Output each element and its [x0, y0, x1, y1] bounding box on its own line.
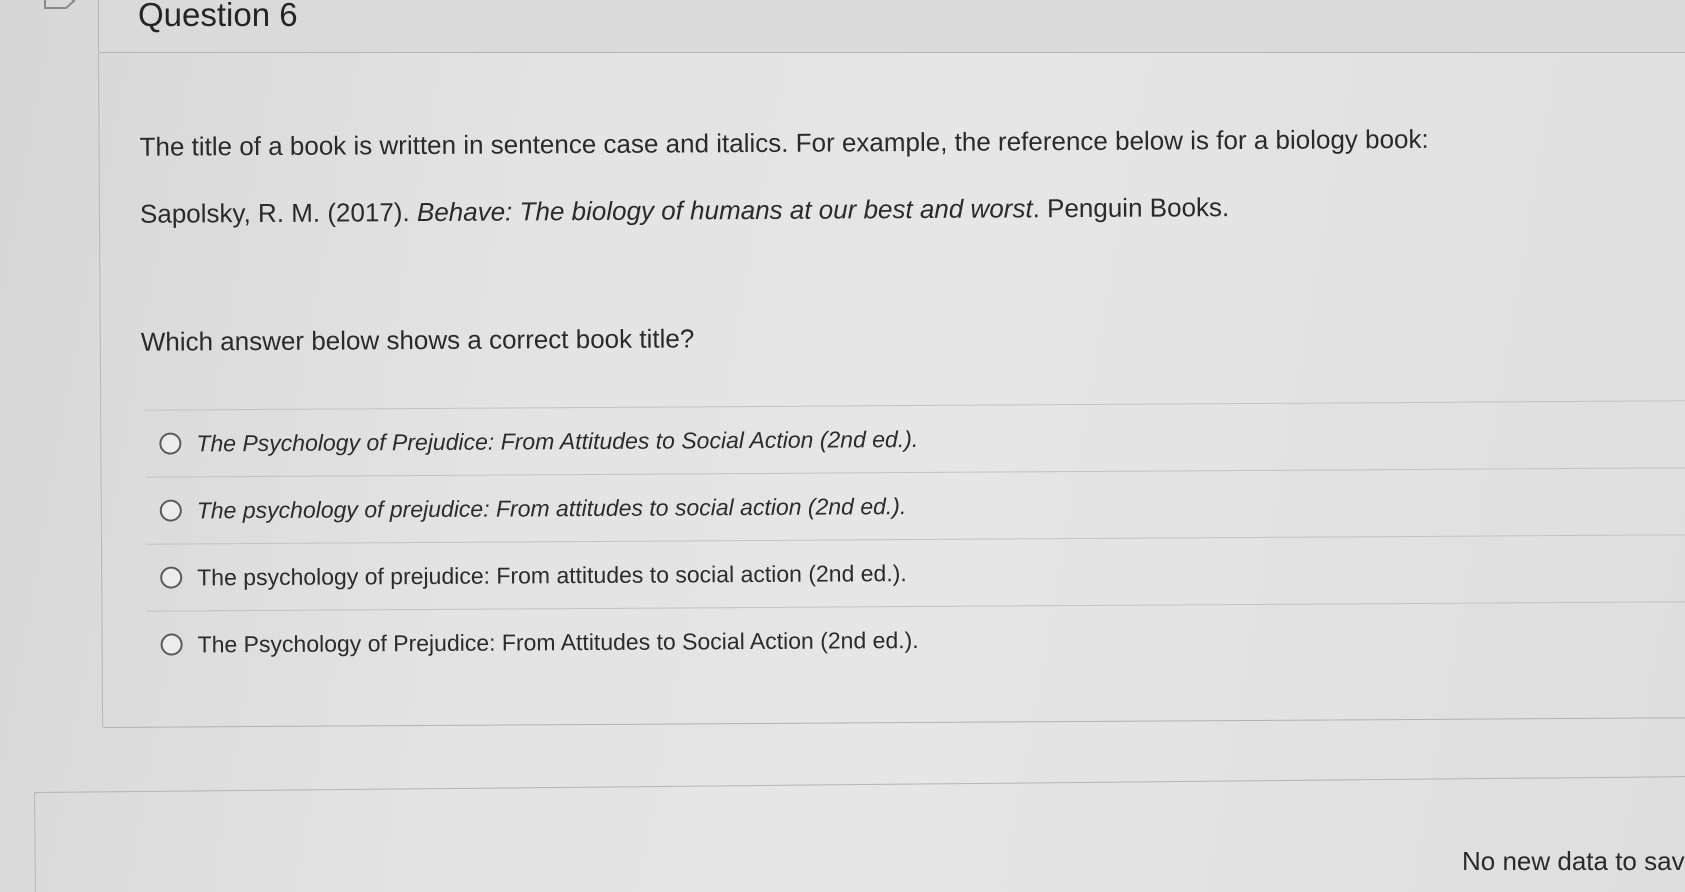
footer-panel — [34, 775, 1685, 892]
radio-button-icon[interactable] — [159, 432, 182, 455]
reference-publisher: . Penguin Books. — [1032, 192, 1230, 224]
question-prompt: The title of a book is written in senten… — [139, 123, 1429, 162]
answer-option-3[interactable]: The psychology of prejudice: From attitu… — [145, 534, 1685, 611]
quiz-page: Question 6 The title of a book is writte… — [0, 0, 1685, 892]
question-title: Question 6 — [138, 0, 298, 33]
question-instruction: Which answer below shows a correct book … — [140, 323, 695, 357]
answer-options: The Psychology of Prejudice: From Attitu… — [145, 400, 1685, 678]
answer-option-4[interactable]: The Psychology of Prejudice: From Attitu… — [146, 601, 1685, 678]
save-status: No new data to sav — [1462, 846, 1685, 876]
answer-option-label: The Psychology of Prejudice: From Attitu… — [196, 425, 919, 456]
answer-option-2[interactable]: The psychology of prejudice: From attitu… — [145, 467, 1685, 544]
radio-button-icon[interactable] — [159, 499, 182, 522]
question-body: The title of a book is written in senten… — [98, 43, 1685, 728]
radio-button-icon[interactable] — [160, 633, 183, 656]
reference-book-title: Behave: The biology of humans at our bes… — [416, 193, 1033, 228]
answer-option-label: The psychology of prejudice: From attitu… — [196, 492, 907, 523]
question-divider — [103, 717, 1685, 728]
flag-icon[interactable] — [44, 0, 76, 16]
radio-button-icon[interactable] — [160, 566, 183, 589]
answer-option-label: The psychology of prejudice: From attitu… — [197, 559, 907, 590]
answer-option-1[interactable]: The Psychology of Prejudice: From Attitu… — [145, 400, 1685, 477]
reference-authors-year: Sapolsky, R. M. (2017). — [139, 197, 418, 229]
example-reference: Sapolsky, R. M. (2017). Behave: The biol… — [140, 192, 1229, 230]
answer-option-label: The Psychology of Prejudice: From Attitu… — [197, 626, 919, 657]
